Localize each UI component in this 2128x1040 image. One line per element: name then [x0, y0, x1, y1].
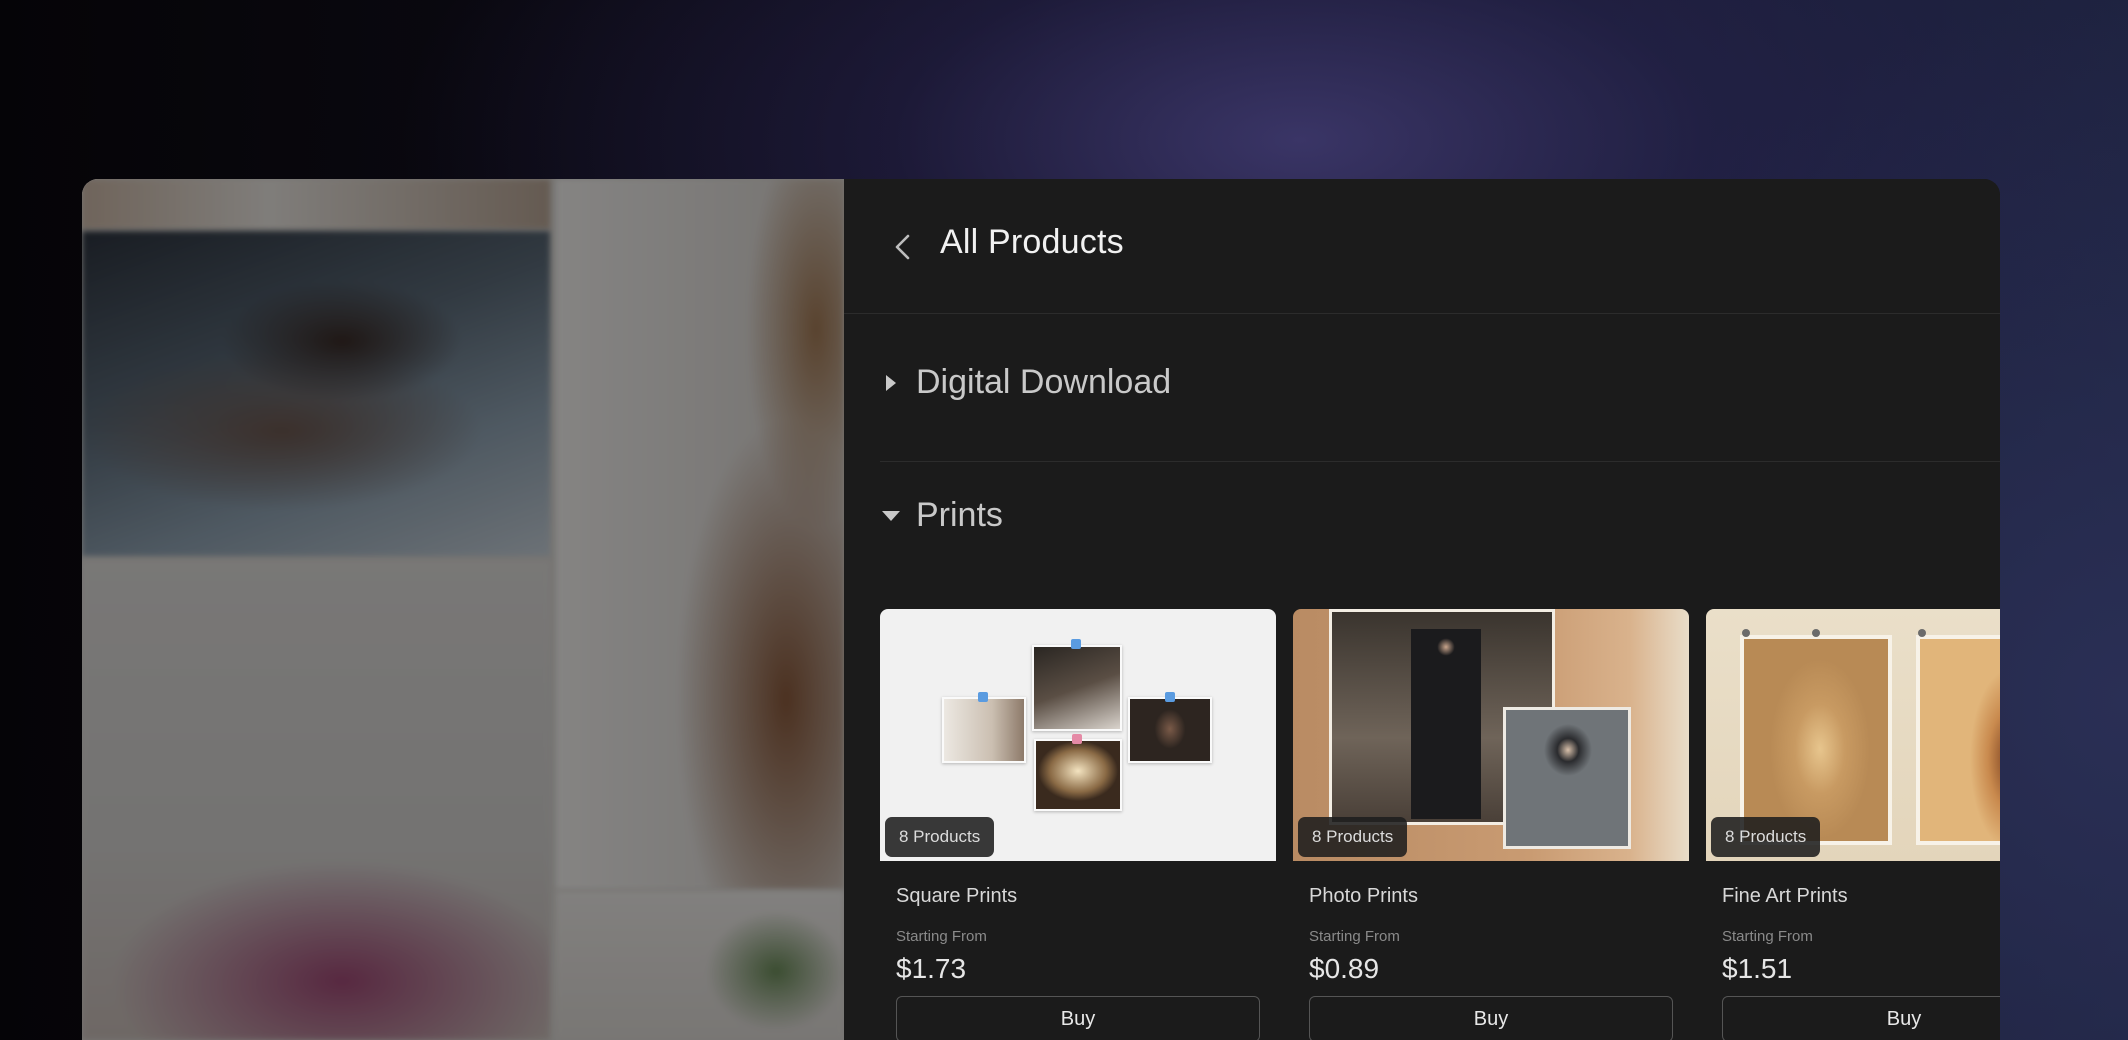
- caret-right-icon: [886, 374, 896, 391]
- photo-thumbnail: [1034, 739, 1122, 811]
- product-price: $1.73: [896, 953, 967, 984]
- pin-icon: [1072, 734, 1082, 744]
- product-name: Fine Art Prints: [1722, 885, 1848, 907]
- product-name: Square Prints: [896, 885, 1018, 907]
- buy-button[interactable]: Buy: [1309, 996, 1673, 1040]
- product-price: $0.89: [1309, 953, 1380, 984]
- product-image: 8 Products: [1706, 609, 2000, 861]
- section-title: Prints: [916, 496, 1003, 534]
- photo-thumbnail: [1503, 707, 1631, 849]
- product-count-badge: 8 Products: [1298, 817, 1408, 857]
- prints-toggle[interactable]: Prints: [880, 496, 1003, 535]
- pin-icon: [1918, 629, 1926, 637]
- buy-button[interactable]: Buy: [1722, 996, 2000, 1040]
- pin-icon: [1071, 639, 1081, 649]
- products-panel: All Products Digital Download Prints 8 P…: [844, 179, 2000, 1040]
- app-window: All Products Digital Download Prints 8 P…: [82, 179, 2000, 1040]
- product-image: 8 Products: [1293, 609, 1689, 861]
- section-title: Digital Download: [916, 363, 1172, 401]
- product-card-square-prints[interactable]: 8 Products Square Prints Starting From $…: [880, 609, 1276, 1040]
- photo-thumbnail: [1032, 645, 1122, 731]
- product-price: $1.51: [1722, 953, 1793, 984]
- buy-button[interactable]: Buy: [896, 996, 1260, 1040]
- product-card-photo-prints[interactable]: 8 Products Photo Prints Starting From $0…: [1293, 609, 1689, 1040]
- product-card-fine-art-prints[interactable]: 8 Products Fine Art Prints Starting From…: [1706, 609, 2000, 1040]
- photo-thumbnail: [942, 697, 1026, 763]
- product-image: 8 Products: [880, 609, 1276, 861]
- photo-thumbnail: [1411, 629, 1481, 819]
- pin-icon: [1165, 692, 1175, 702]
- digital-download-toggle[interactable]: Digital Download: [880, 363, 1171, 402]
- section-prints: Prints 8 Products Square Prints Starting…: [880, 461, 2000, 1040]
- pin-icon: [1742, 629, 1750, 637]
- chevron-left-icon: [895, 234, 910, 260]
- panel-header: All Products: [844, 179, 2000, 314]
- gallery-overlay: [82, 179, 844, 1040]
- page-title: All Products: [940, 223, 1124, 261]
- photo-thumbnail: [1128, 697, 1212, 763]
- starting-from-label: Starting From: [1722, 928, 1813, 945]
- photo-gallery-background: [82, 179, 844, 1040]
- product-count-badge: 8 Products: [1711, 817, 1821, 857]
- pin-icon: [978, 692, 988, 702]
- photo-thumbnail: [1740, 635, 1892, 845]
- back-button[interactable]: [884, 227, 924, 267]
- photo-thumbnail: [1916, 635, 2000, 845]
- product-card-list: 8 Products Square Prints Starting From $…: [880, 609, 2000, 1040]
- pin-icon: [1812, 629, 1820, 637]
- section-digital-download: Digital Download: [880, 313, 2000, 462]
- product-count-badge: 8 Products: [885, 817, 995, 857]
- product-name: Photo Prints: [1309, 885, 1418, 907]
- caret-down-icon: [882, 510, 900, 521]
- starting-from-label: Starting From: [1309, 928, 1400, 945]
- starting-from-label: Starting From: [896, 928, 987, 945]
